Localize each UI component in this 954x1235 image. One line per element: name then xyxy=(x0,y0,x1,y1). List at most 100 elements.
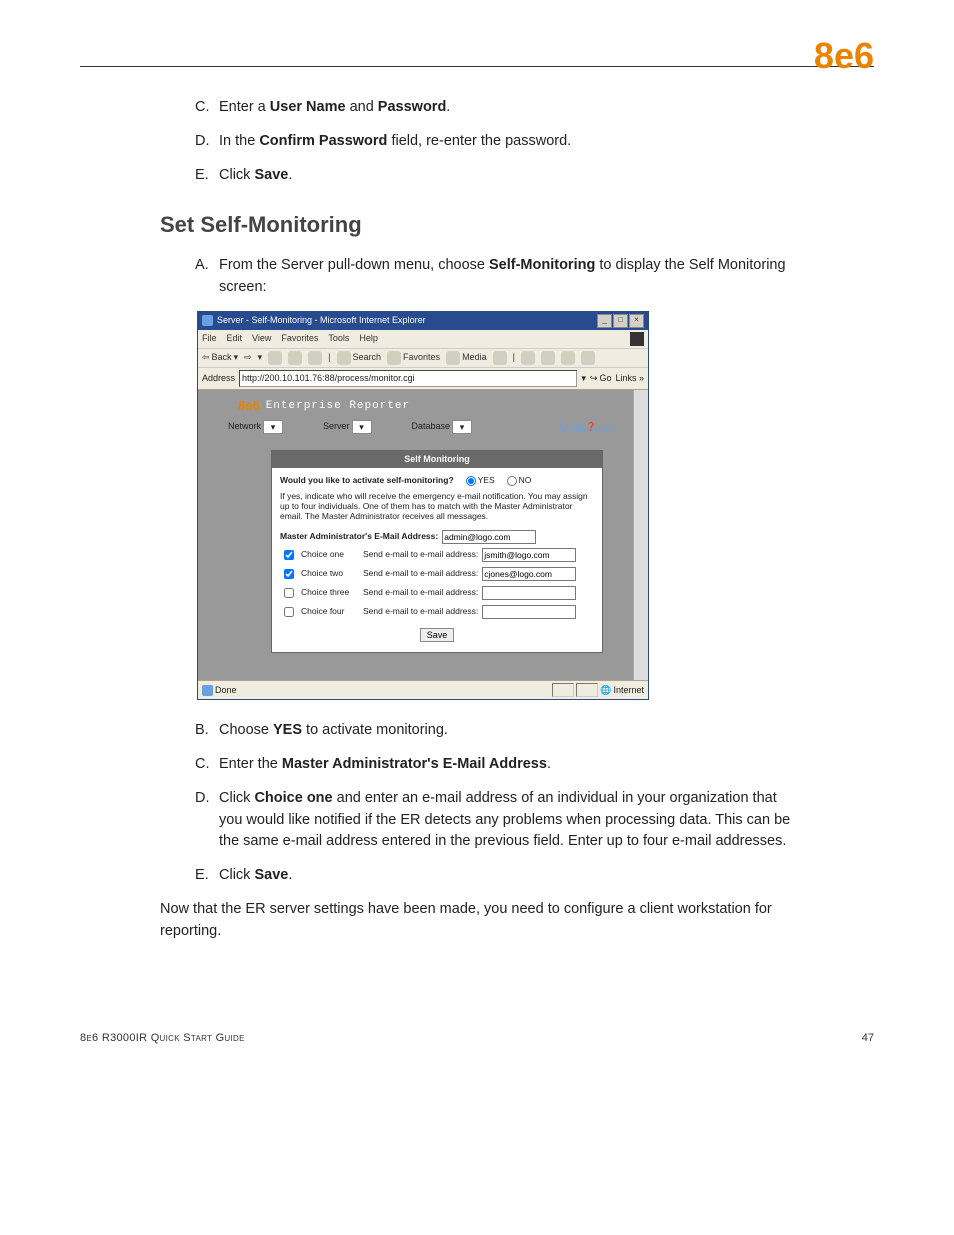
text: . xyxy=(446,99,450,115)
text: . xyxy=(288,867,292,883)
done-icon xyxy=(202,685,213,696)
text: Enter a xyxy=(219,99,270,115)
choice-four-input[interactable] xyxy=(482,605,576,619)
address-label: Address xyxy=(202,372,235,386)
text: field, re-enter the password. xyxy=(387,133,571,149)
menu-favorites[interactable]: Favorites xyxy=(281,332,318,346)
text: Click xyxy=(219,790,254,806)
menu-file[interactable]: File xyxy=(202,332,217,346)
favorites-icon[interactable] xyxy=(387,351,401,365)
save-button[interactable]: Save xyxy=(420,628,455,642)
go-icon[interactable]: ↪ xyxy=(590,372,598,386)
footer-page: 47 xyxy=(862,1032,874,1044)
discuss-icon[interactable] xyxy=(581,351,595,365)
choice-one-checkbox[interactable] xyxy=(284,550,294,560)
step-letter: A. xyxy=(195,255,219,299)
bold: Master Administrator's E-Mail Address xyxy=(282,756,547,772)
self-monitoring-panel: Self Monitoring Would you like to activa… xyxy=(271,450,603,653)
back-dropdown[interactable]: ▾ xyxy=(234,351,239,365)
mail-icon[interactable] xyxy=(521,351,535,365)
scrollbar[interactable] xyxy=(633,390,648,680)
section-heading: Set Self-Monitoring xyxy=(160,208,794,241)
bold: Self-Monitoring xyxy=(489,257,595,273)
stop-icon[interactable] xyxy=(268,351,282,365)
home-icon[interactable] xyxy=(308,351,322,365)
media-icon[interactable] xyxy=(446,351,460,365)
nav-logout[interactable]: Logout xyxy=(560,422,584,431)
chevron-down-icon[interactable]: ▾ xyxy=(452,420,472,434)
back-label[interactable]: Back xyxy=(212,351,232,365)
step-e-bottom: E. Click Save. xyxy=(195,865,794,887)
maximize-button[interactable]: □ xyxy=(613,314,628,328)
master-email-input[interactable] xyxy=(442,530,536,544)
menu-tools[interactable]: Tools xyxy=(328,332,349,346)
choice-three-label: Choice three xyxy=(301,586,359,599)
menu-help[interactable]: Help xyxy=(359,332,378,346)
text: . xyxy=(547,756,551,772)
edit-icon[interactable] xyxy=(561,351,575,365)
status-zone: Internet xyxy=(613,684,644,698)
choice-one-input[interactable] xyxy=(482,548,576,562)
media-label[interactable]: Media xyxy=(462,351,487,365)
bold: YES xyxy=(273,722,302,738)
radio-yes[interactable] xyxy=(466,476,476,486)
search-icon[interactable] xyxy=(337,351,351,365)
back-button[interactable]: ⇦ xyxy=(202,351,210,365)
step-a: A. From the Server pull-down menu, choos… xyxy=(195,255,794,299)
chevron-down-icon[interactable]: ▾ xyxy=(352,420,372,434)
chevron-down-icon[interactable]: ▾ xyxy=(263,420,283,434)
step-letter: E. xyxy=(195,865,219,887)
choice-two-input[interactable] xyxy=(482,567,576,581)
ie-menubar: File Edit View Favorites Tools Help xyxy=(198,330,648,348)
nav-database[interactable]: Database xyxy=(412,420,451,434)
bold: Save xyxy=(254,167,288,183)
nav-help[interactable]: Help xyxy=(599,422,615,431)
choice-two-checkbox[interactable] xyxy=(284,569,294,579)
status-segment xyxy=(552,683,574,697)
help-icon[interactable]: ❓ xyxy=(586,422,596,431)
forward-button[interactable]: ⇨ xyxy=(244,351,252,365)
print-icon[interactable] xyxy=(541,351,555,365)
panel-note: If yes, indicate who will receive the em… xyxy=(280,491,594,522)
bold: Confirm Password xyxy=(259,133,387,149)
step-letter: B. xyxy=(195,720,219,742)
window-title: Server - Self-Monitoring - Microsoft Int… xyxy=(217,314,426,328)
close-button[interactable]: × xyxy=(629,314,644,328)
address-input[interactable]: http://200.10.101.76:88/process/monitor.… xyxy=(239,370,577,388)
text: Click xyxy=(219,867,254,883)
text: Enter the xyxy=(219,756,282,772)
choice-three-checkbox[interactable] xyxy=(284,588,294,598)
er-logo: 8e6 xyxy=(238,396,260,416)
history-icon[interactable] xyxy=(493,351,507,365)
send-label: Send e-mail to e-mail address: xyxy=(363,605,478,618)
text: From the Server pull-down menu, choose xyxy=(219,257,489,273)
address-dropdown[interactable]: ▾ xyxy=(581,372,586,386)
panel-title: Self Monitoring xyxy=(272,451,602,469)
favorites-label[interactable]: Favorites xyxy=(403,351,440,365)
choice-four-label: Choice four xyxy=(301,605,359,618)
status-segment xyxy=(576,683,598,697)
nav-network[interactable]: Network xyxy=(228,420,261,434)
go-label[interactable]: Go xyxy=(599,372,611,386)
bold: Password xyxy=(378,99,447,115)
menu-edit[interactable]: Edit xyxy=(227,332,243,346)
refresh-icon[interactable] xyxy=(288,351,302,365)
step-letter: E. xyxy=(195,165,219,187)
links-label[interactable]: Links » xyxy=(615,372,644,386)
step-d-bottom: D. Click Choice one and enter an e-mail … xyxy=(195,788,794,853)
menu-view[interactable]: View xyxy=(252,332,271,346)
text: . xyxy=(288,167,292,183)
radio-no[interactable] xyxy=(507,476,517,486)
ie-status-bar: Done 🌐Internet xyxy=(198,680,648,699)
ie-icon xyxy=(202,315,213,326)
choice-one-label: Choice one xyxy=(301,548,359,561)
choice-four-checkbox[interactable] xyxy=(284,607,294,617)
nav-server[interactable]: Server xyxy=(323,420,350,434)
minimize-button[interactable]: _ xyxy=(597,314,612,328)
choice-three-input[interactable] xyxy=(482,586,576,600)
ie-window: Server - Self-Monitoring - Microsoft Int… xyxy=(197,311,649,701)
search-label[interactable]: Search xyxy=(353,351,382,365)
closing-paragraph: Now that the ER server settings have bee… xyxy=(160,899,794,943)
text: to activate monitoring. xyxy=(302,722,448,738)
choice-two-label: Choice two xyxy=(301,567,359,580)
